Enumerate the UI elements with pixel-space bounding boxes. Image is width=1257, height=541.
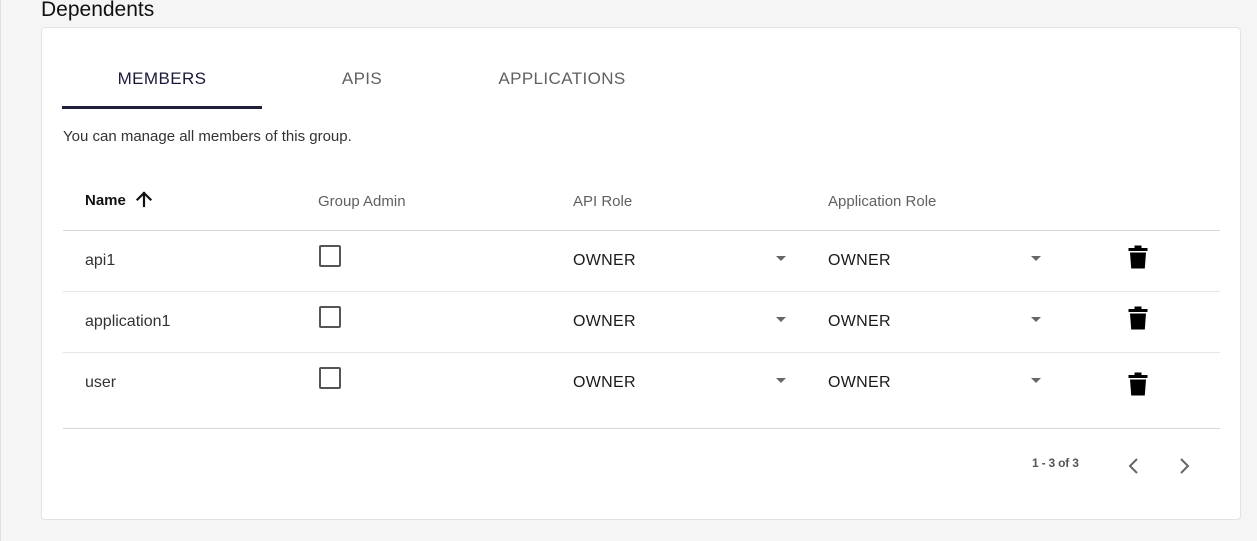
chevron-left-icon[interactable]: [1122, 454, 1146, 478]
application-role-cell: OWNER: [828, 291, 1128, 353]
member-name: user: [85, 373, 117, 391]
caret-down-icon: [1031, 317, 1041, 322]
actions-cell: [1128, 291, 1220, 353]
group-admin-cell: [318, 230, 573, 292]
column-header-api-role: API Role: [573, 173, 828, 231]
dependents-card: MEMBERS APIS APPLICATIONS You can manage…: [41, 27, 1241, 520]
application-role-cell: OWNER: [828, 230, 1128, 292]
application-role-value: OWNER: [828, 373, 891, 391]
column-header-group-admin: Group Admin: [318, 173, 573, 231]
tab-apis[interactable]: APIS: [262, 50, 462, 109]
paginator: 1 - 3 of 3: [42, 454, 1242, 474]
active-tab-indicator: [62, 106, 262, 109]
members-hint: You can manage all members of this group…: [63, 128, 352, 145]
column-header-api-role-label: API Role: [573, 192, 633, 210]
trash-icon[interactable]: [1128, 372, 1148, 401]
api-role-select[interactable]: OWNER: [573, 313, 786, 331]
tab-members[interactable]: MEMBERS: [62, 50, 262, 109]
application-role-select[interactable]: OWNER: [828, 313, 1041, 331]
application-role-cell: OWNER: [828, 352, 1128, 429]
caret-down-icon: [776, 317, 786, 322]
api-role-cell: OWNER: [573, 352, 828, 429]
column-header-name[interactable]: Name: [63, 173, 318, 231]
table-footer-divider: [63, 428, 1220, 429]
caret-down-icon: [1031, 256, 1041, 261]
table-header-row: Name Group Admin API Role Application Ro…: [63, 173, 1220, 231]
caret-down-icon: [1031, 378, 1041, 383]
caret-down-icon: [776, 256, 786, 261]
actions-cell: [1128, 352, 1220, 429]
trash-icon[interactable]: [1128, 306, 1148, 335]
table-row: api1 OWNER OWNER: [63, 230, 1220, 292]
actions-cell: [1128, 230, 1220, 292]
column-header-name-label: Name: [85, 192, 126, 210]
application-role-value: OWNER: [828, 251, 891, 269]
trash-icon[interactable]: [1128, 245, 1148, 274]
member-name: api1: [63, 230, 318, 292]
api-role-value: OWNER: [573, 312, 636, 330]
tab-members-label: MEMBERS: [117, 69, 207, 88]
tab-applications[interactable]: APPLICATIONS: [462, 50, 662, 109]
chevron-right-icon[interactable]: [1172, 454, 1196, 478]
caret-down-icon: [776, 378, 786, 383]
page-edge: [0, 0, 1, 541]
api-role-select[interactable]: OWNER: [573, 252, 786, 270]
group-admin-cell: [318, 352, 573, 429]
api-role-cell: OWNER: [573, 230, 828, 292]
paginator-range-label: 1 - 3 of 3: [1032, 456, 1079, 470]
group-admin-checkbox[interactable]: [319, 245, 341, 268]
application-role-select[interactable]: OWNER: [828, 374, 1041, 392]
tab-bar: MEMBERS APIS APPLICATIONS: [62, 50, 662, 109]
api-role-cell: OWNER: [573, 291, 828, 353]
table-row: application1 OWNER OWNER: [63, 291, 1220, 353]
group-admin-cell: [318, 291, 573, 353]
application-role-value: OWNER: [828, 312, 891, 330]
column-header-actions: [1128, 173, 1220, 231]
member-name: application1: [63, 291, 318, 353]
tab-applications-label: APPLICATIONS: [498, 69, 626, 88]
group-admin-checkbox[interactable]: [319, 306, 341, 329]
application-role-select[interactable]: OWNER: [828, 252, 1041, 270]
column-header-application-role-label: Application Role: [828, 192, 937, 210]
api-role-value: OWNER: [573, 251, 636, 269]
api-role-value: OWNER: [573, 373, 636, 391]
arrow-up-icon: [134, 189, 154, 213]
tab-apis-label: APIS: [341, 69, 383, 88]
table-row: user OWNER OWNER: [63, 352, 1220, 429]
section-title: Dependents: [41, 0, 155, 21]
column-header-application-role: Application Role: [828, 173, 1128, 231]
api-role-select[interactable]: OWNER: [573, 374, 786, 392]
column-header-group-admin-label: Group Admin: [318, 192, 406, 210]
group-admin-checkbox[interactable]: [319, 367, 341, 390]
members-table: Name Group Admin API Role Application Ro…: [63, 173, 1220, 429]
